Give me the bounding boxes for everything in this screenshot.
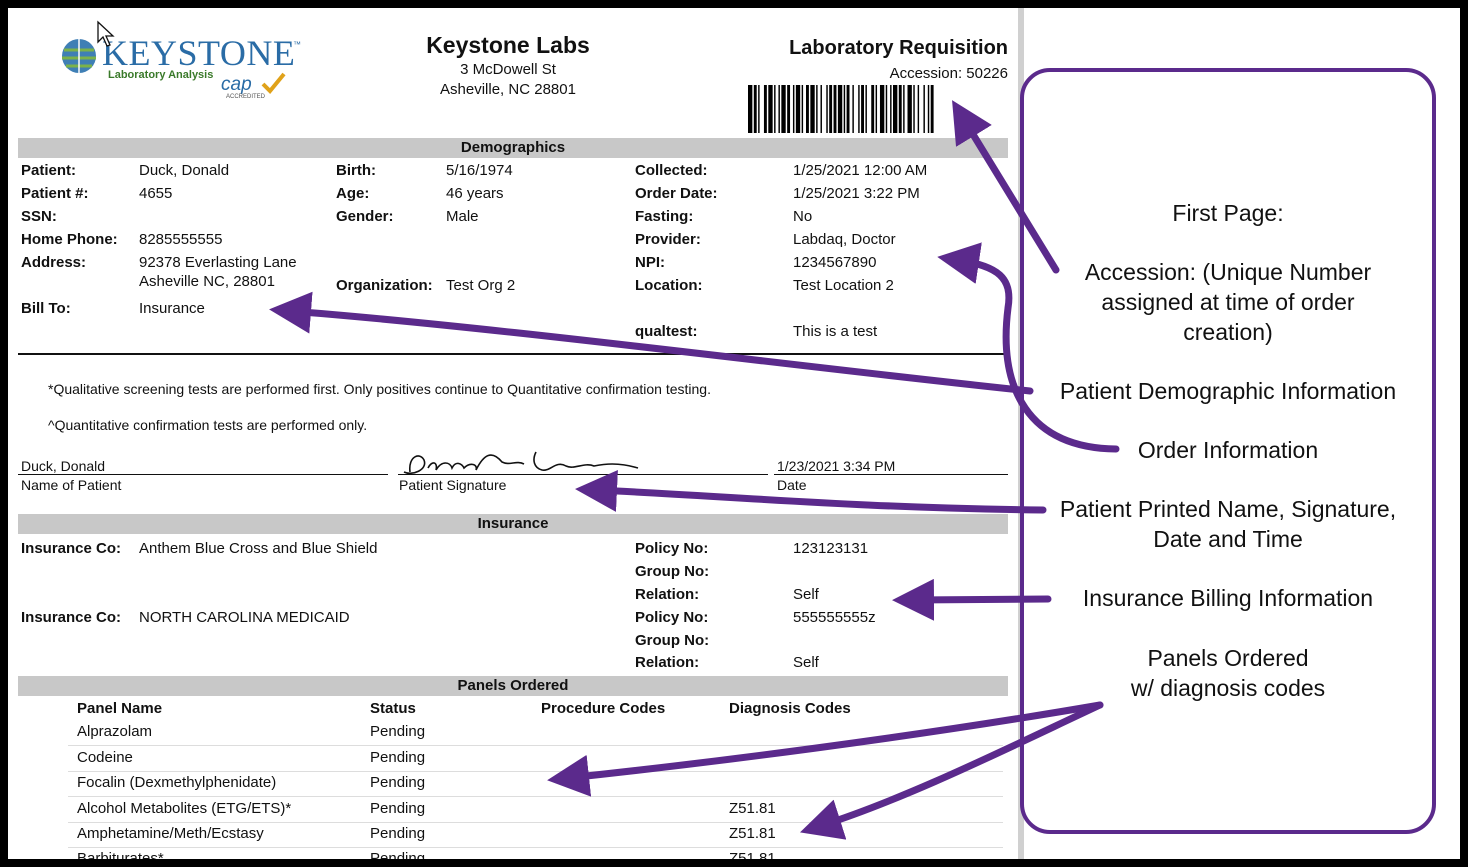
arrow-demographic <box>269 291 1034 395</box>
arrow-signature <box>575 469 1047 514</box>
arrow-accession <box>952 100 1060 274</box>
screenshot-page: KEYSTONE ™ Laboratory Analysis cap ACCRE… <box>8 8 1460 859</box>
arrow-panels-2 <box>799 701 1104 840</box>
annotation-arrows <box>269 100 1120 840</box>
arrow-order <box>937 242 1120 453</box>
arrow-insurance <box>892 578 1052 621</box>
